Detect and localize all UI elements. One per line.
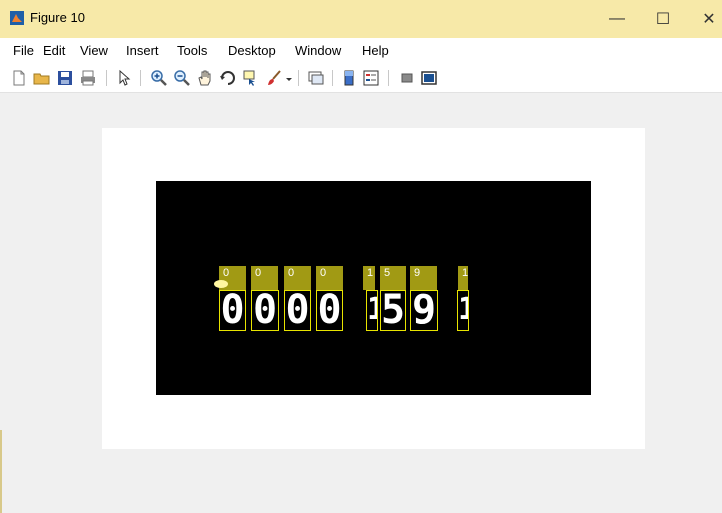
pan-icon[interactable] bbox=[196, 69, 214, 87]
brush-icon[interactable] bbox=[265, 69, 283, 87]
figure-toolbar bbox=[0, 64, 722, 93]
menu-window[interactable]: Window bbox=[295, 43, 341, 59]
menu-file[interactable]: File bbox=[13, 43, 34, 59]
detected-digit: 0 bbox=[251, 290, 279, 331]
menu-tools[interactable]: Tools bbox=[177, 43, 207, 59]
open-file-icon[interactable] bbox=[33, 69, 51, 87]
detection-label: 0 bbox=[284, 266, 311, 290]
matlab-figure-icon bbox=[10, 11, 24, 25]
detection-label: 5 bbox=[380, 266, 406, 290]
toolbar-separator bbox=[388, 70, 389, 86]
detection-label: 9 bbox=[410, 266, 437, 290]
toolbar-separator bbox=[298, 70, 299, 86]
toolbar-separator bbox=[106, 70, 107, 86]
link-plot-icon[interactable] bbox=[307, 69, 325, 87]
detected-digit: 0 bbox=[284, 290, 311, 331]
detection-label: 0 bbox=[316, 266, 343, 290]
insert-colorbar-icon[interactable] bbox=[340, 69, 358, 87]
minimize-button[interactable]: — bbox=[594, 0, 640, 38]
close-button[interactable]: ✕ bbox=[686, 0, 722, 38]
rotate-3d-icon[interactable] bbox=[219, 69, 237, 87]
save-icon[interactable] bbox=[56, 69, 74, 87]
window-title: Figure 10 bbox=[30, 10, 85, 25]
marker-dot bbox=[214, 280, 228, 288]
detected-digit: 1 bbox=[366, 290, 378, 331]
detected-digit: 9 bbox=[410, 290, 438, 331]
show-plot-tools-icon[interactable] bbox=[420, 69, 438, 87]
menu-help[interactable]: Help bbox=[362, 43, 389, 59]
edit-plot-icon[interactable] bbox=[115, 69, 133, 87]
new-figure-icon[interactable] bbox=[10, 69, 28, 87]
maximize-button[interactable]: ☐ bbox=[640, 0, 686, 38]
window-edge bbox=[0, 430, 2, 513]
title-bar[interactable]: Figure 10 — ☐ ✕ bbox=[0, 0, 722, 38]
detected-digit: 5 bbox=[380, 290, 406, 331]
menu-bar: File Edit View Insert Tools Desktop Wind… bbox=[0, 38, 722, 64]
detected-digit: 1 bbox=[457, 290, 469, 331]
detection-label: 1 bbox=[363, 266, 375, 290]
data-cursor-icon[interactable] bbox=[242, 69, 260, 87]
zoom-out-icon[interactable] bbox=[173, 69, 191, 87]
detected-digit: 0 bbox=[219, 290, 246, 331]
toolbar-separator bbox=[332, 70, 333, 86]
menu-insert[interactable]: Insert bbox=[126, 43, 159, 59]
print-icon[interactable] bbox=[79, 69, 97, 87]
insert-legend-icon[interactable] bbox=[362, 69, 380, 87]
menu-desktop[interactable]: Desktop bbox=[228, 43, 276, 59]
detected-digit: 0 bbox=[316, 290, 343, 331]
detection-label: 1 bbox=[458, 266, 468, 290]
toolbar-separator bbox=[140, 70, 141, 86]
menu-edit[interactable]: Edit bbox=[43, 43, 65, 59]
detection-label: 0 bbox=[251, 266, 278, 290]
zoom-in-icon[interactable] bbox=[150, 69, 168, 87]
hide-plot-tools-icon[interactable] bbox=[398, 69, 416, 87]
brush-dropdown-icon[interactable] bbox=[284, 69, 294, 87]
menu-view[interactable]: View bbox=[80, 43, 108, 59]
